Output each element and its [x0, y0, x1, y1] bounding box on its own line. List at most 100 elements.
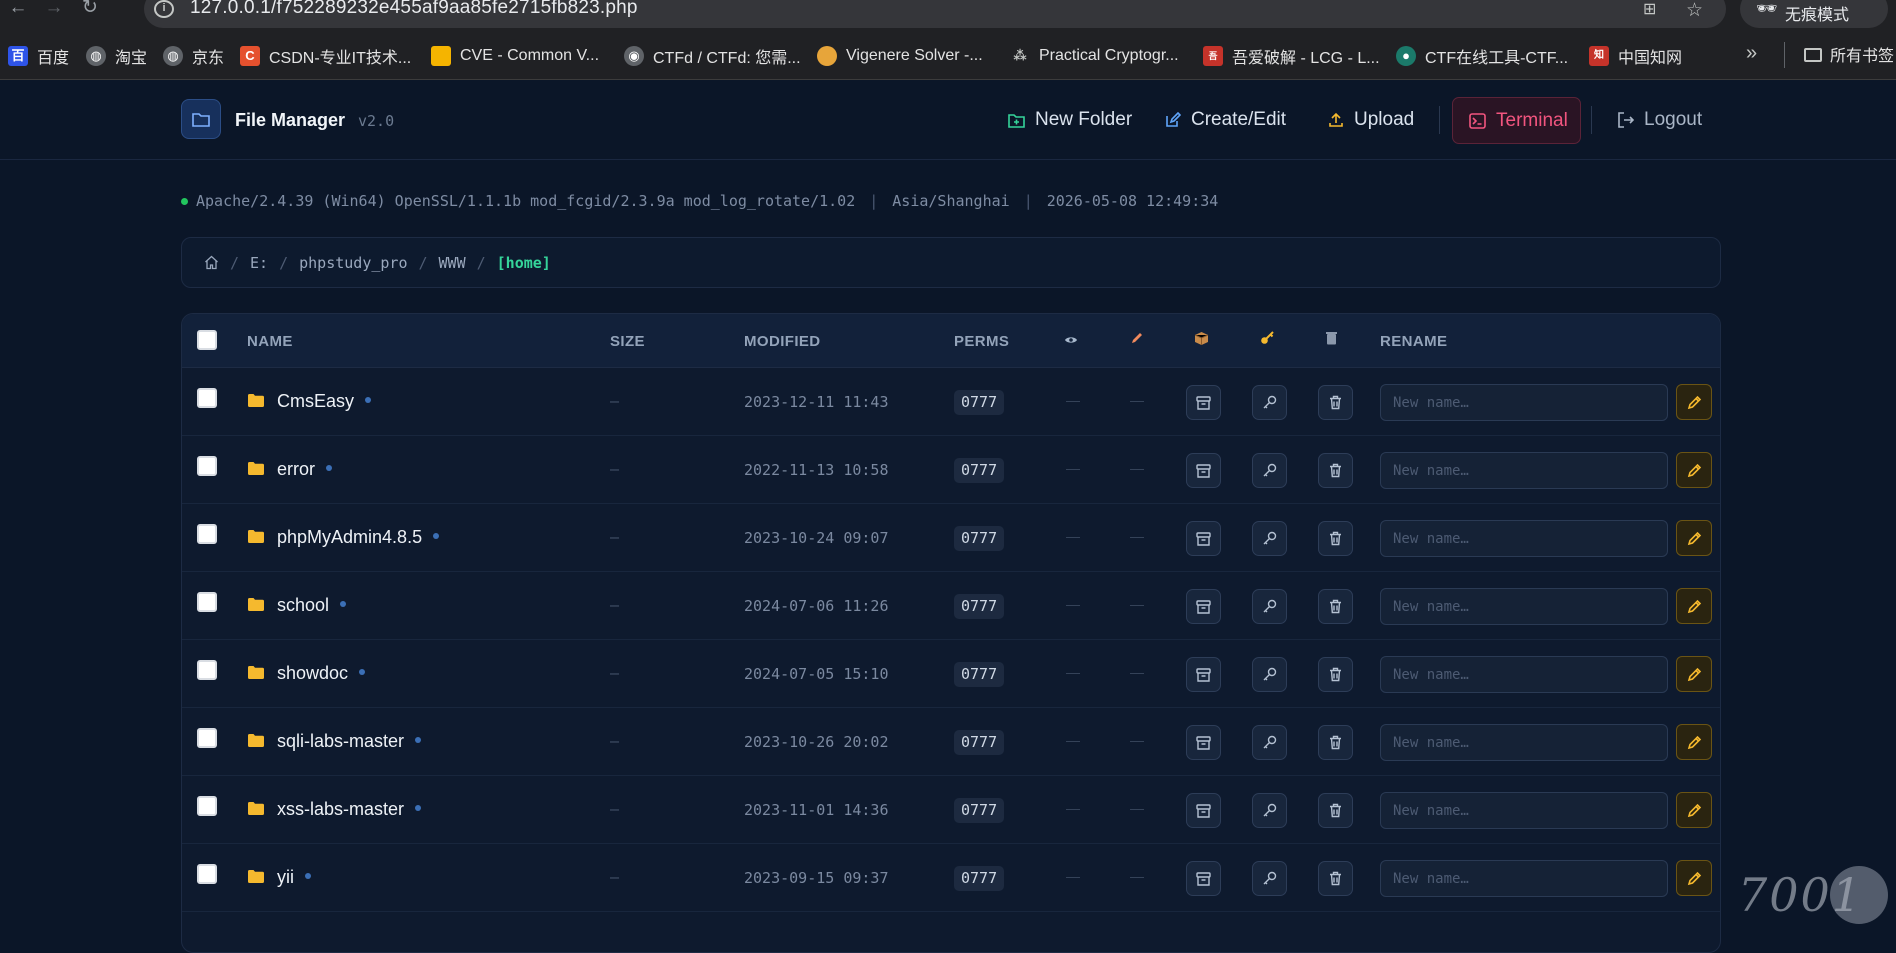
row-checkbox[interactable]: [197, 864, 217, 884]
back-icon[interactable]: ←: [6, 0, 30, 20]
delete-button[interactable]: [1318, 657, 1353, 692]
delete-button[interactable]: [1318, 385, 1353, 420]
bookmark-csdn[interactable]: C CSDN-专业IT技术...: [240, 44, 411, 68]
rename-button[interactable]: [1676, 452, 1712, 488]
file-name-link[interactable]: yii: [277, 867, 311, 888]
delete-button[interactable]: [1318, 521, 1353, 556]
row-checkbox[interactable]: [197, 592, 217, 612]
rename-button[interactable]: [1676, 724, 1712, 760]
bookmarks-more-icon[interactable]: »: [1746, 42, 1757, 65]
chmod-button[interactable]: [1252, 385, 1287, 420]
row-checkbox[interactable]: [197, 728, 217, 748]
column-modified[interactable]: MODIFIED: [744, 333, 821, 350]
delete-button[interactable]: [1318, 725, 1353, 760]
chmod-button[interactable]: [1252, 861, 1287, 896]
row-checkbox[interactable]: [197, 388, 217, 408]
chmod-button[interactable]: [1252, 793, 1287, 828]
archive-button[interactable]: [1186, 453, 1221, 488]
logout-button[interactable]: Logout: [1617, 98, 1702, 142]
rename-button[interactable]: [1676, 656, 1712, 692]
file-name-link[interactable]: error: [277, 459, 333, 480]
file-perms[interactable]: 0777: [954, 458, 1005, 483]
forward-icon[interactable]: →: [42, 0, 66, 20]
breadcrumb-drive[interactable]: E:: [250, 254, 268, 272]
file-perms[interactable]: 0777: [954, 390, 1005, 415]
delete-button[interactable]: [1318, 589, 1353, 624]
file-perms[interactable]: 0777: [954, 662, 1005, 687]
site-info-icon[interactable]: i: [154, 0, 174, 18]
delete-button[interactable]: [1318, 793, 1353, 828]
incognito-indicator[interactable]: 🕶 无痕模式: [1740, 0, 1888, 28]
create-edit-button[interactable]: Create/Edit: [1165, 98, 1286, 142]
rename-input[interactable]: [1380, 724, 1668, 761]
archive-button[interactable]: [1186, 725, 1221, 760]
archive-button[interactable]: [1186, 521, 1221, 556]
bookmark-jd[interactable]: ◍ 京东: [163, 44, 224, 68]
file-name-link[interactable]: school: [277, 595, 347, 616]
delete-button[interactable]: [1318, 453, 1353, 488]
column-name[interactable]: NAME: [247, 333, 293, 350]
bookmark-crypto[interactable]: ⁂ Practical Cryptogr...: [1010, 44, 1178, 68]
breadcrumb-www[interactable]: WWW: [439, 254, 466, 272]
translate-icon[interactable]: ⊞: [1643, 0, 1656, 19]
archive-button[interactable]: [1186, 385, 1221, 420]
select-all-checkbox[interactable]: [197, 330, 217, 350]
chmod-button[interactable]: [1252, 725, 1287, 760]
file-name-link[interactable]: CmsEasy: [277, 391, 372, 412]
rename-button[interactable]: [1676, 384, 1712, 420]
rename-input[interactable]: [1380, 792, 1668, 829]
upload-button[interactable]: Upload: [1328, 98, 1414, 142]
bookmark-ctftool[interactable]: ● CTF在线工具-CTF...: [1396, 44, 1568, 68]
chmod-button[interactable]: [1252, 657, 1287, 692]
bookmark-cve[interactable]: CVE - Common V...: [431, 44, 599, 68]
breadcrumb-phpstudy[interactable]: phpstudy_pro: [299, 254, 407, 272]
chmod-button[interactable]: [1252, 589, 1287, 624]
rename-button[interactable]: [1676, 792, 1712, 828]
file-perms[interactable]: 0777: [954, 594, 1005, 619]
column-size[interactable]: SIZE: [610, 333, 645, 350]
reload-icon[interactable]: ↻: [78, 0, 102, 20]
bookmark-52pojie[interactable]: 吾吾爱破解 - LCG - L...: [1203, 44, 1380, 68]
rename-input[interactable]: [1380, 384, 1668, 421]
bookmark-cnki[interactable]: 知中国知网: [1589, 44, 1682, 68]
terminal-button[interactable]: Terminal: [1452, 97, 1581, 144]
rename-input[interactable]: [1380, 656, 1668, 693]
file-perms[interactable]: 0777: [954, 798, 1005, 823]
column-perms[interactable]: PERMS: [954, 333, 1009, 350]
row-checkbox[interactable]: [197, 796, 217, 816]
all-bookmarks-button[interactable]: 所有书签: [1804, 42, 1894, 66]
rename-input[interactable]: [1380, 520, 1668, 557]
file-name-link[interactable]: sqli-labs-master: [277, 731, 422, 752]
rename-input[interactable]: [1380, 860, 1668, 897]
home-icon[interactable]: [204, 255, 219, 270]
archive-button[interactable]: [1186, 657, 1221, 692]
row-checkbox[interactable]: [197, 524, 217, 544]
bookmark-ctfd[interactable]: ◉ CTFd / CTFd: 您需...: [624, 44, 801, 68]
delete-button[interactable]: [1318, 861, 1353, 896]
bookmark-vigenere[interactable]: Vigenere Solver -...: [817, 44, 983, 68]
bookmark-taobao[interactable]: ◍ 淘宝: [86, 44, 147, 68]
file-perms[interactable]: 0777: [954, 866, 1005, 891]
file-perms[interactable]: 0777: [954, 730, 1005, 755]
chmod-button[interactable]: [1252, 453, 1287, 488]
bookmark-star-icon[interactable]: ☆: [1686, 0, 1703, 22]
row-checkbox[interactable]: [197, 660, 217, 680]
row-checkbox[interactable]: [197, 456, 217, 476]
file-name-link[interactable]: phpMyAdmin4.8.5: [277, 527, 440, 548]
rename-button[interactable]: [1676, 860, 1712, 896]
archive-button[interactable]: [1186, 589, 1221, 624]
file-perms[interactable]: 0777: [954, 526, 1005, 551]
new-folder-button[interactable]: New Folder: [1008, 98, 1132, 142]
file-name-link[interactable]: xss-labs-master: [277, 799, 422, 820]
url-text[interactable]: 127.0.0.1/f752289232e455af9aa85fe2715fb8…: [190, 0, 638, 19]
rename-button[interactable]: [1676, 520, 1712, 556]
trash-icon: [1329, 735, 1342, 750]
bookmark-baidu[interactable]: 百百度: [8, 44, 69, 68]
rename-input[interactable]: [1380, 588, 1668, 625]
rename-button[interactable]: [1676, 588, 1712, 624]
chmod-button[interactable]: [1252, 521, 1287, 556]
file-name-link[interactable]: showdoc: [277, 663, 366, 684]
archive-button[interactable]: [1186, 793, 1221, 828]
archive-button[interactable]: [1186, 861, 1221, 896]
rename-input[interactable]: [1380, 452, 1668, 489]
